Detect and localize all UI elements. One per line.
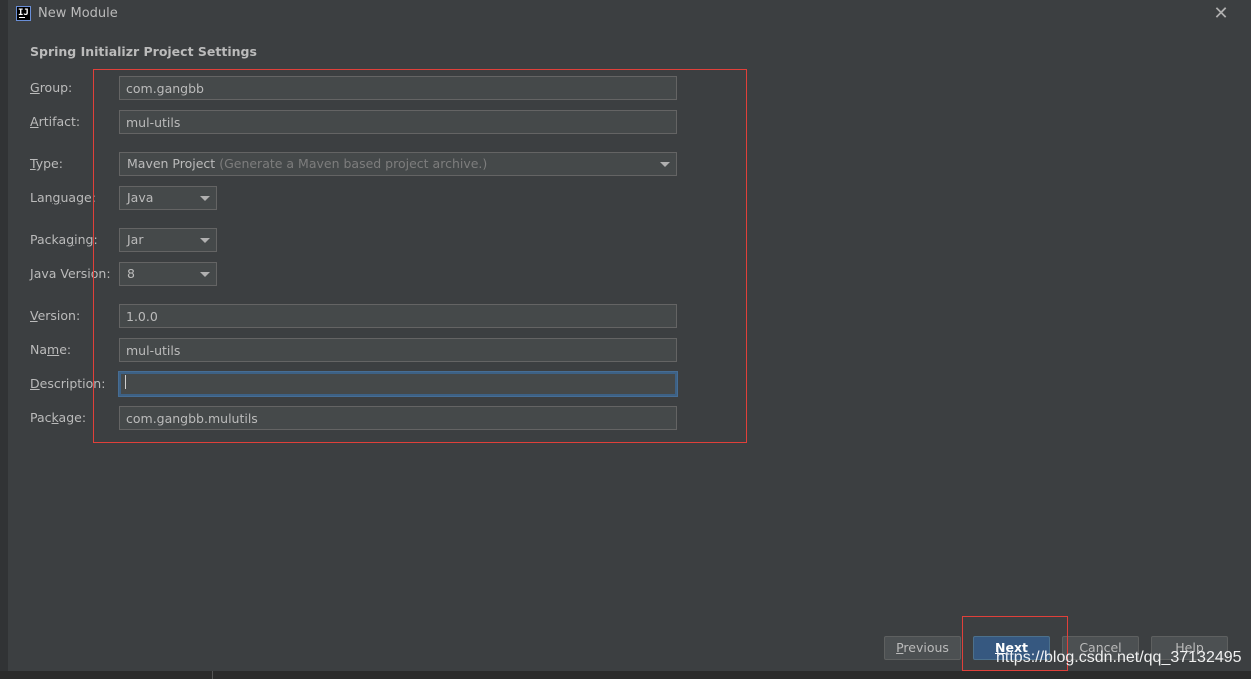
name-label: Name: — [30, 342, 72, 357]
artifact-label: Artifact: — [30, 114, 81, 129]
window-bottom-strip — [0, 671, 1251, 679]
intellij-app-icon: IJ — [16, 6, 31, 21]
window-title: New Module — [38, 6, 118, 21]
type-label: Type: — [30, 156, 63, 171]
watermark-url: https://blog.csdn.net/qq_37132495 — [996, 649, 1242, 666]
title-bar: IJ New Module ✕ — [8, 0, 1251, 30]
previous-button[interactable]: Previous — [884, 636, 961, 660]
version-label: Version: — [30, 308, 81, 323]
package-label: Package: — [30, 410, 87, 425]
language-label: Language: — [30, 190, 96, 205]
close-icon[interactable]: ✕ — [1210, 2, 1232, 26]
group-label: Group: — [30, 80, 73, 95]
annotation-box-form — [93, 69, 747, 443]
section-title: Spring Initializr Project Settings — [30, 44, 257, 59]
packaging-label: Packaging: — [30, 232, 98, 247]
window-left-edge — [0, 0, 8, 679]
footer-separator — [212, 671, 213, 679]
